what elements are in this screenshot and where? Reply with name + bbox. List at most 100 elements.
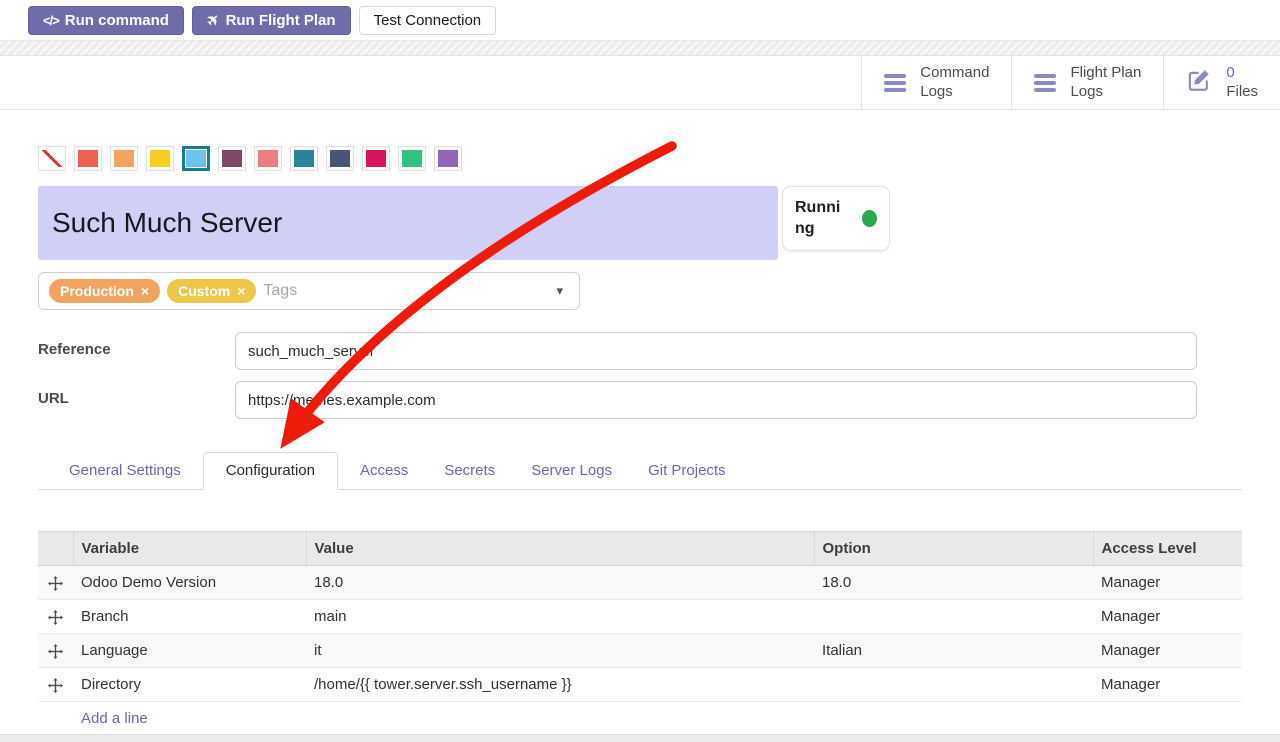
cell-value[interactable]: main xyxy=(306,600,814,634)
flight-plan-logs-label-1: Flight Plan xyxy=(1070,64,1141,81)
cell-access-level[interactable]: Manager xyxy=(1093,668,1242,702)
cell-value[interactable]: 18.0 xyxy=(306,566,814,600)
field-group: Reference URL xyxy=(38,332,1242,419)
color-swatch-green[interactable] xyxy=(398,146,426,171)
column-header-variable[interactable]: Variable xyxy=(73,532,306,566)
files-button[interactable]: 0 Files xyxy=(1163,56,1280,109)
stat-button-group: Command Logs Flight Plan Logs xyxy=(861,56,1280,109)
command-logs-button[interactable]: Command Logs xyxy=(862,56,1011,109)
status-badge: Running xyxy=(782,186,890,251)
color-swatch-dark-purple[interactable] xyxy=(218,146,246,171)
tag-label: Production xyxy=(60,283,134,299)
add-a-line-row: Add a line xyxy=(38,702,1242,736)
cell-variable[interactable]: Odoo Demo Version xyxy=(73,566,306,600)
table-row[interactable]: Directory/home/{{ tower.server.ssh_usern… xyxy=(38,668,1242,702)
color-swatch-yellow[interactable] xyxy=(146,146,174,171)
tab-configuration[interactable]: Configuration xyxy=(203,452,338,490)
tag-list: Production × Custom × xyxy=(49,279,263,303)
cell-value[interactable]: /home/{{ tower.server.ssh_username }} xyxy=(306,668,814,702)
cell-option[interactable] xyxy=(814,600,1093,634)
command-logs-label-2: Logs xyxy=(920,83,953,100)
drag-handle-icon[interactable] xyxy=(38,634,73,668)
page: </> Run command ✈ Run Flight Plan Test C… xyxy=(0,0,1280,742)
color-swatch-orange[interactable] xyxy=(110,146,138,171)
empty-cell xyxy=(38,702,73,736)
list-icon xyxy=(884,74,906,92)
run-command-button[interactable]: </> Run command xyxy=(28,6,184,35)
url-label: URL xyxy=(38,381,235,407)
url-input[interactable] xyxy=(235,381,1197,419)
cell-access-level[interactable]: Manager xyxy=(1093,634,1242,668)
tag-custom: Custom × xyxy=(167,279,256,303)
table-header-row: Variable Value Option Access Level xyxy=(38,532,1242,566)
edit-icon xyxy=(1186,67,1212,98)
tab-secrets[interactable]: Secrets xyxy=(430,453,509,489)
tab-general-settings[interactable]: General Settings xyxy=(55,453,195,489)
tab-server-logs[interactable]: Server Logs xyxy=(517,453,626,489)
title-row: Such Much Server Running xyxy=(38,186,1242,260)
configuration-table: Variable Value Option Access Level Odoo … xyxy=(38,531,1242,736)
cell-option[interactable] xyxy=(814,668,1093,702)
drag-handle-icon[interactable] xyxy=(38,668,73,702)
run-flight-plan-button[interactable]: ✈ Run Flight Plan xyxy=(192,6,351,35)
bottom-strip xyxy=(0,734,1280,742)
color-swatch-light-blue[interactable] xyxy=(182,146,210,171)
color-swatch-teal[interactable] xyxy=(290,146,318,171)
tags-placeholder: Tags xyxy=(263,282,297,300)
cell-variable[interactable]: Branch xyxy=(73,600,306,634)
tab-git-projects[interactable]: Git Projects xyxy=(634,453,740,489)
remove-tag-icon[interactable]: × xyxy=(237,284,245,298)
reference-input[interactable] xyxy=(235,332,1197,370)
tab-access[interactable]: Access xyxy=(346,453,422,489)
form-sheet: Such Much Server Running Production×Cust… xyxy=(0,146,1280,736)
tags-field[interactable]: Production × Custom × Tags ▾ xyxy=(38,272,580,310)
test-connection-label: Test Connection xyxy=(374,12,482,29)
color-picker xyxy=(38,146,1242,171)
add-a-line-link[interactable]: Add a line xyxy=(73,702,1242,736)
column-header-option[interactable]: Option xyxy=(814,532,1093,566)
status-running-dot xyxy=(862,210,877,227)
handle-column-header xyxy=(38,532,73,566)
cell-access-level[interactable]: Manager xyxy=(1093,566,1242,600)
command-logs-label-1: Command xyxy=(920,64,989,81)
chevron-down-icon[interactable]: ▾ xyxy=(556,283,563,299)
tag-label: Custom xyxy=(178,283,230,299)
cell-option[interactable]: Italian xyxy=(814,634,1093,668)
cell-access-level[interactable]: Manager xyxy=(1093,600,1242,634)
hatched-divider xyxy=(0,40,1280,56)
test-connection-button[interactable]: Test Connection xyxy=(359,6,497,35)
table-row[interactable]: Odoo Demo Version18.018.0Manager xyxy=(38,566,1242,600)
code-icon: </> xyxy=(43,13,59,28)
list-icon xyxy=(1034,74,1056,92)
column-header-access-level[interactable]: Access Level xyxy=(1093,532,1242,566)
table-row[interactable]: Branchmain Manager xyxy=(38,600,1242,634)
plane-icon: ✈ xyxy=(202,9,224,31)
files-label: Files xyxy=(1226,83,1258,100)
remove-tag-icon[interactable]: × xyxy=(141,284,149,298)
color-swatch-none[interactable] xyxy=(38,146,66,171)
form-header: Command Logs Flight Plan Logs xyxy=(0,56,1280,110)
reference-label: Reference xyxy=(38,332,235,358)
flight-plan-logs-label-2: Logs xyxy=(1070,83,1103,100)
top-toolbar: </> Run command ✈ Run Flight Plan Test C… xyxy=(0,0,1280,40)
status-label: Running xyxy=(795,198,847,240)
files-count: 0 xyxy=(1226,64,1234,81)
color-swatch-red[interactable] xyxy=(74,146,102,171)
table-row[interactable]: LanguageitItalianManager xyxy=(38,634,1242,668)
page-title: Such Much Server xyxy=(52,207,282,239)
column-header-value[interactable]: Value xyxy=(306,532,814,566)
cell-variable[interactable]: Directory xyxy=(73,668,306,702)
server-name-field[interactable]: Such Much Server xyxy=(38,186,778,260)
color-swatch-purple[interactable] xyxy=(434,146,462,171)
cell-variable[interactable]: Language xyxy=(73,634,306,668)
cell-option[interactable]: 18.0 xyxy=(814,566,1093,600)
notebook-tabs: General SettingsConfigurationAccessSecre… xyxy=(38,452,1242,490)
run-flight-plan-label: Run Flight Plan xyxy=(226,12,336,29)
color-swatch-dark-blue[interactable] xyxy=(326,146,354,171)
color-swatch-magenta[interactable] xyxy=(362,146,390,171)
drag-handle-icon[interactable] xyxy=(38,600,73,634)
color-swatch-salmon[interactable] xyxy=(254,146,282,171)
drag-handle-icon[interactable] xyxy=(38,566,73,600)
cell-value[interactable]: it xyxy=(306,634,814,668)
flight-plan-logs-button[interactable]: Flight Plan Logs xyxy=(1011,56,1163,109)
